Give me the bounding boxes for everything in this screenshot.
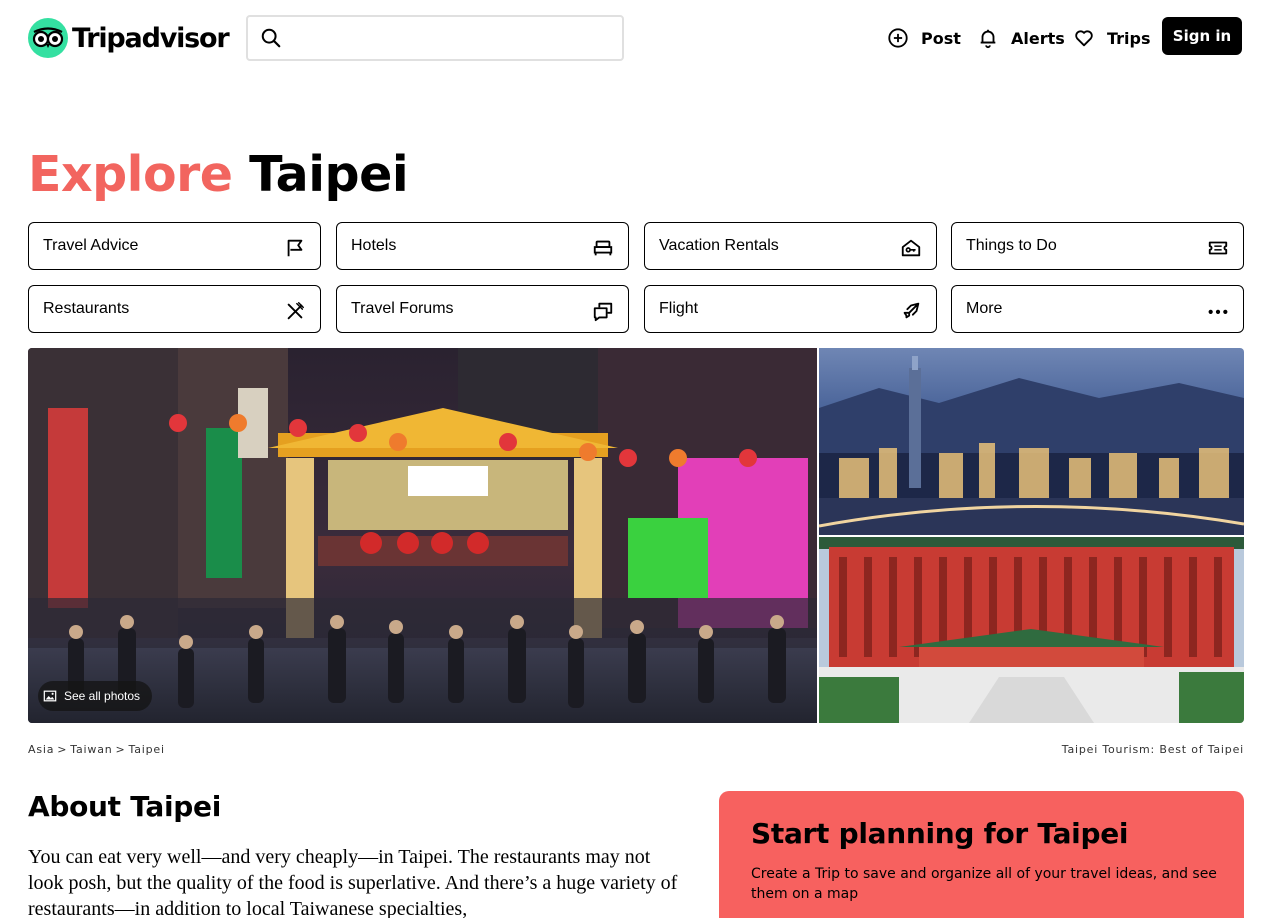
alerts-label: Alerts [1011,28,1065,48]
category-more[interactable]: More [951,285,1244,333]
trips-button[interactable]: Trips [1073,24,1151,52]
plus-circle-icon [888,28,908,48]
tourism-label: Taipei Tourism: Best of Taipei [1061,743,1244,756]
logo-text: Tripadvisor [72,22,230,54]
owl-logo-icon [28,18,68,58]
ticket-icon [1208,241,1228,255]
plan-text: Create a Trip to save and organize all o… [751,866,1217,902]
see-all-photos-label: See all photos [64,689,141,703]
about-text: You can eat very well—and very cheaply—i… [28,846,678,918]
more-dots-icon [1208,309,1228,315]
post-label: Post [921,28,961,48]
tripadvisor-logo[interactable]: Tripadvisor [28,18,230,58]
category-label: Restaurants [43,300,130,317]
post-button[interactable]: Post [887,24,961,52]
category-vacation-rentals[interactable]: Vacation Rentals [644,222,937,270]
category-label: Travel Forums [351,300,454,317]
bed-icon [593,240,613,256]
photo-city-skyline[interactable] [819,348,1244,535]
breadcrumb-asia[interactable]: Asia [28,743,54,756]
breadcrumb-separator: > [115,743,126,756]
category-label: Things to Do [966,237,1057,254]
category-things-to-do[interactable]: Things to Do [951,222,1244,270]
page-title: Explore Taipei [28,146,409,203]
image-icon [43,690,57,702]
airplane-icon [903,302,920,319]
title-city: Taipei [249,146,409,203]
breadcrumb-taipei: Taipei [128,743,165,756]
trips-label: Trips [1107,28,1151,48]
category-flight[interactable]: Flight [644,285,937,333]
main-photo-night-market[interactable] [28,348,817,723]
category-travel-forums[interactable]: Travel Forums [336,285,629,333]
chat-bubbles-icon [593,302,613,322]
breadcrumb: Asia > Taiwan > Taipei [28,743,165,756]
category-label: Flight [659,300,699,317]
breadcrumb-separator: > [57,743,68,756]
header: Tripadvisor Post Alerts Trips Sign in [0,0,1272,76]
sign-in-button[interactable]: Sign in [1162,17,1242,55]
see-all-photos-button[interactable]: See all photos [38,681,152,711]
category-label: Travel Advice [43,237,139,254]
plan-heading: Start planning for Taipei [751,817,1129,850]
about-heading: About Taipei [28,790,222,823]
search-input[interactable] [292,23,612,53]
category-label: Vacation Rentals [659,237,779,254]
utensils-icon [287,302,304,320]
flag-icon [287,239,303,257]
category-hotels[interactable]: Hotels [336,222,629,270]
start-planning-card[interactable]: Start planning for Taipei Create a Trip … [719,791,1244,918]
breadcrumb-taiwan[interactable]: Taiwan [70,743,112,756]
title-accent: Explore [28,146,233,203]
bell-icon [980,29,996,49]
photo-grand-hotel[interactable] [819,537,1244,723]
alerts-button[interactable]: Alerts [977,24,1065,52]
search-box[interactable] [246,15,624,61]
house-key-icon [901,239,921,257]
heart-icon [1075,30,1093,47]
category-label: More [966,300,1003,317]
category-restaurants[interactable]: Restaurants [28,285,321,333]
search-icon [261,28,281,48]
category-travel-advice[interactable]: Travel Advice [28,222,321,270]
category-label: Hotels [351,237,397,254]
